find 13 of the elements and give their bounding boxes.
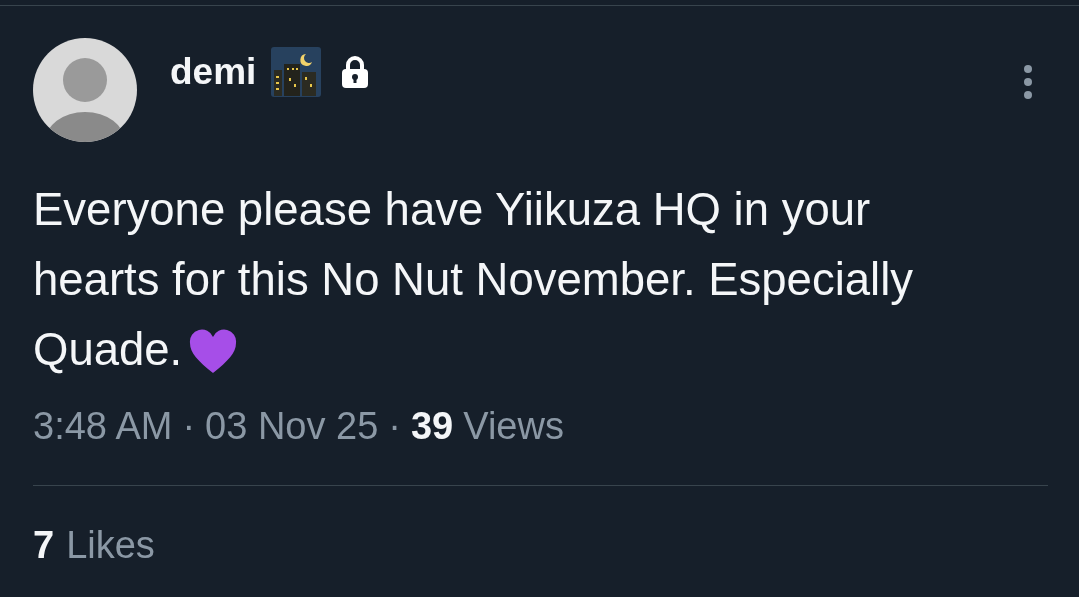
likes-count[interactable]: 7	[33, 524, 55, 567]
post-date[interactable]: 03 Nov 25	[205, 405, 379, 448]
separator-dot: ·	[388, 405, 401, 448]
likes-label[interactable]: Likes	[66, 524, 155, 567]
night-city-icon	[270, 46, 323, 98]
post-text: Everyone please have Yiikuza HQ in your hearts for this No Nut November. Especially Quade.	[33, 183, 915, 377]
user-name[interactable]: demi	[170, 51, 257, 93]
views-label: Views	[463, 405, 564, 448]
separator-dot: ·	[182, 405, 196, 448]
heart-icon	[188, 329, 239, 375]
post-time[interactable]: 3:48 AM	[33, 405, 173, 448]
views-count: 39	[410, 405, 454, 448]
more-icon[interactable]	[1023, 64, 1033, 100]
